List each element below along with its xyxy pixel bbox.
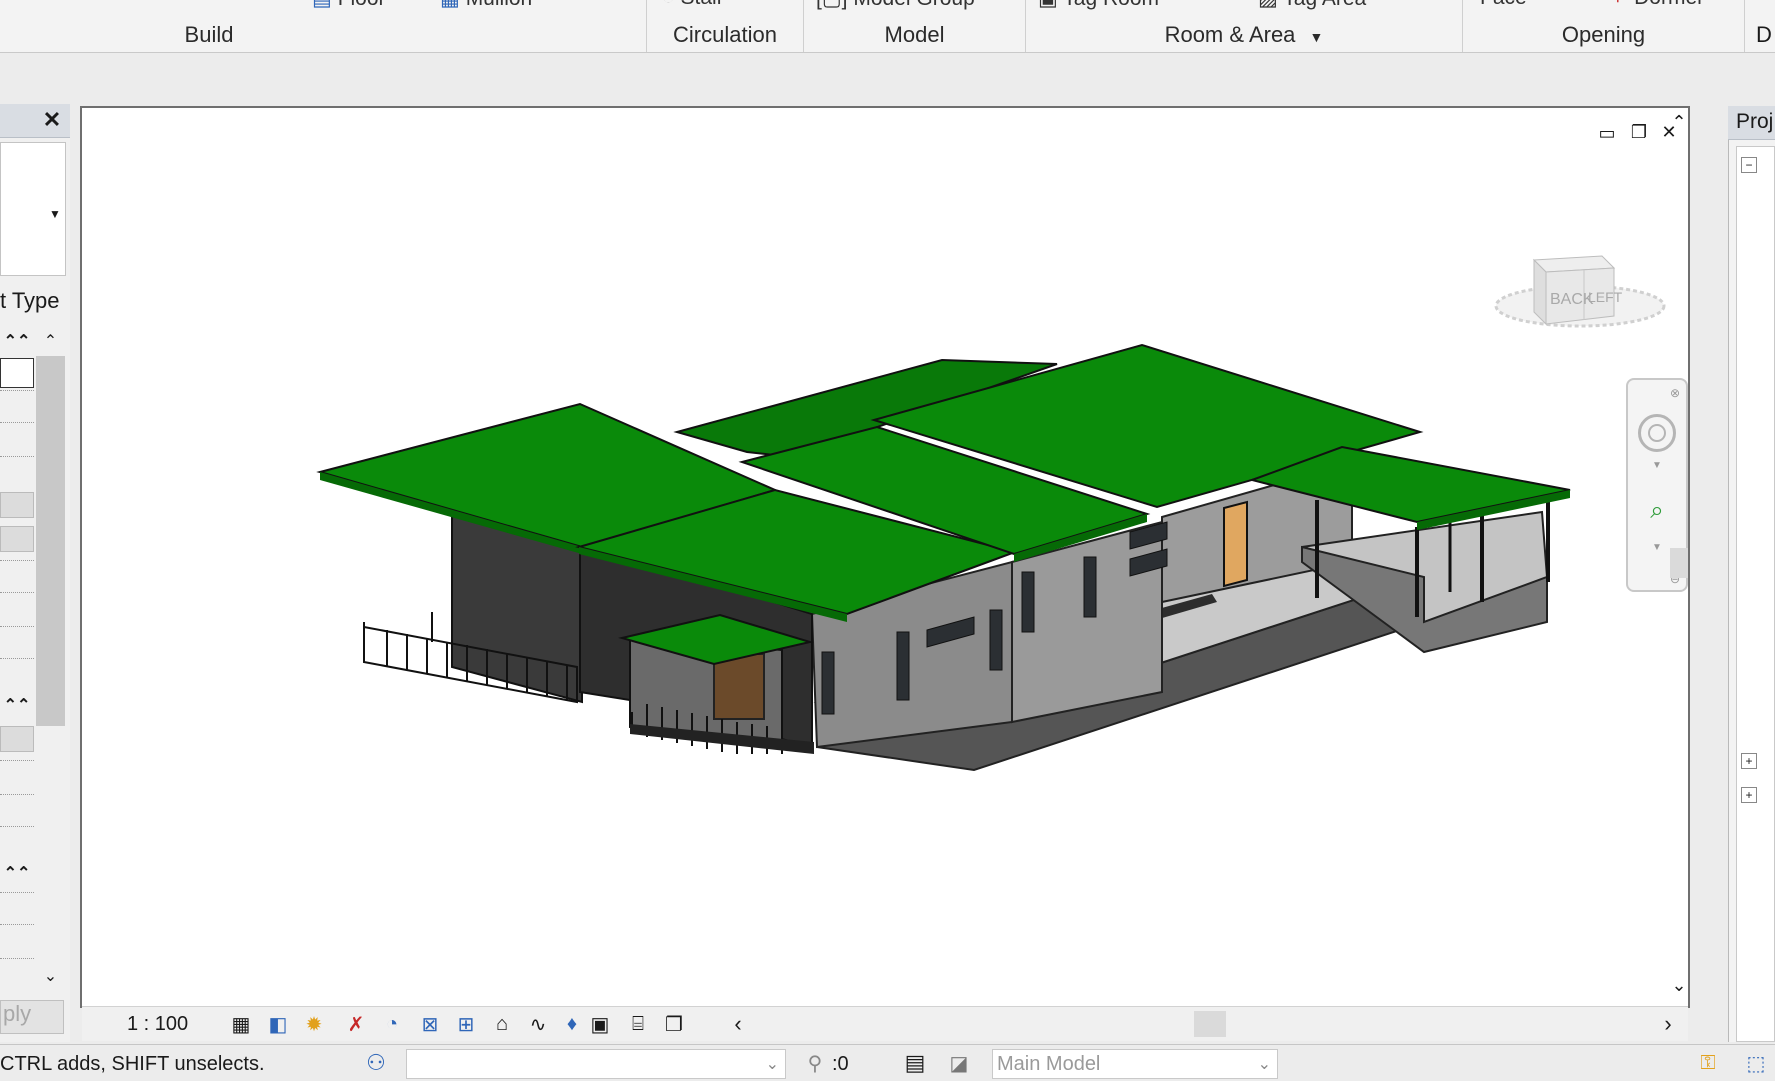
property-row	[0, 592, 34, 593]
horizontal-scroll-thumb[interactable]	[1194, 1011, 1226, 1037]
property-row	[0, 924, 34, 925]
shadows-icon[interactable]: ✗	[342, 1011, 370, 1037]
panel-label-build: Build	[184, 22, 234, 47]
expand-icon[interactable]: +	[1741, 753, 1757, 769]
property-row	[0, 456, 34, 457]
floor-tool[interactable]: ▤ Floor	[312, 0, 386, 11]
show-crop-icon[interactable]: ⊞	[452, 1011, 480, 1037]
face-tool[interactable]: Face	[1480, 0, 1527, 10]
design-option-dropdown[interactable]: Main Model ⌄	[992, 1049, 1278, 1079]
chevron-down-icon: ⌄	[765, 1056, 779, 1073]
tag-room-tool[interactable]: ▣ Tag Room	[1038, 0, 1159, 11]
editing-requests-icon[interactable]: ⚲	[800, 1049, 830, 1077]
panel-label-truncated: D	[1756, 22, 1772, 47]
temporary-view-icon[interactable]: ▣	[586, 1011, 614, 1037]
panel-label-model: Model	[884, 22, 945, 47]
edit-type-button[interactable]: t Type	[0, 288, 60, 314]
stair-tool[interactable]: ◔ Stair	[662, 0, 724, 10]
lock-view-icon[interactable]: ⌂	[488, 1011, 516, 1037]
analytical-model-icon[interactable]: ⌸	[624, 1011, 652, 1037]
scroll-up-icon[interactable]: ⌃	[36, 326, 65, 356]
project-browser-title: Proj	[1728, 106, 1775, 140]
scroll-down-icon[interactable]: ⌄	[1668, 974, 1690, 996]
chevron-down-icon: ▼	[49, 207, 61, 221]
select-links-icon[interactable]: ⚿	[1692, 1049, 1724, 1077]
property-button[interactable]	[0, 726, 34, 752]
expand-icon[interactable]: +	[1741, 787, 1757, 803]
property-button[interactable]	[0, 526, 34, 552]
3d-viewport[interactable]: ▭ ❐ ✕ BACK LEFT ⊗ ▼ ⌕ ▼ ⊖ ⌃ ⌄	[80, 106, 1690, 1008]
collapse-group-icon[interactable]: ⌃⌃	[2, 326, 32, 356]
property-row	[0, 826, 34, 827]
property-row	[0, 422, 34, 423]
design-option-value: Main Model	[997, 1053, 1101, 1075]
ribbon-separator	[1744, 0, 1745, 52]
property-row	[0, 794, 34, 795]
view-scale[interactable]: 1 : 100	[127, 1013, 188, 1036]
property-row	[0, 958, 34, 959]
crop-view-icon[interactable]: ⊠	[416, 1011, 444, 1037]
ribbon: ▤ Floor ▦ Mullion ◔ Stair [▢] Model Grou…	[0, 0, 1775, 53]
property-row	[0, 892, 34, 893]
scroll-left-icon[interactable]: ‹	[728, 1011, 748, 1037]
property-row	[0, 626, 34, 627]
dropdown-arrow-icon: ▼	[1309, 29, 1324, 45]
properties-scrollbar[interactable]	[36, 326, 65, 726]
tag-area-tool[interactable]: ▨ Tag Area	[1258, 0, 1366, 11]
close-icon[interactable]: ✕	[40, 107, 64, 132]
property-field[interactable]	[0, 358, 34, 388]
panel-label-opening: Opening	[1561, 22, 1646, 47]
property-row	[0, 760, 34, 761]
detail-level-icon[interactable]: ▦	[227, 1011, 255, 1037]
temporary-hide-icon[interactable]: ∿	[524, 1011, 552, 1037]
chevron-down-icon: ⌄	[1257, 1056, 1271, 1073]
mullion-tool[interactable]: ▦ Mullion	[440, 0, 532, 11]
dormer-tool[interactable]: ⌐ Dormer	[1616, 0, 1704, 10]
building-model[interactable]	[82, 108, 1688, 968]
scroll-down-icon[interactable]: ⌄	[36, 962, 65, 990]
project-browser-tree: − + +	[1736, 146, 1775, 1042]
status-hint: CTRL adds, SHIFT unselects.	[0, 1053, 265, 1075]
constraints-icon[interactable]: ❐	[660, 1011, 688, 1037]
worksharing-icon[interactable]: ⚇	[360, 1049, 392, 1077]
apply-button[interactable]: ply	[0, 1000, 64, 1034]
status-bar: CTRL adds, SHIFT unselects. ⚇ ⌄ ⚲ :0 ▤ ◪…	[0, 1044, 1775, 1081]
ribbon-tools-row: ▤ Floor ▦ Mullion ◔ Stair [▢] Model Grou…	[0, 0, 1775, 14]
property-button[interactable]	[0, 492, 34, 518]
panel-label-room-area[interactable]: Room & Area ▼	[1026, 22, 1462, 48]
workset-dropdown[interactable]: ⌄	[406, 1049, 786, 1079]
collapse-group-icon[interactable]: ⌃⌃	[2, 858, 32, 888]
property-row	[0, 658, 34, 659]
select-underlay-icon[interactable]: ⬚	[1740, 1049, 1772, 1077]
collapse-icon[interactable]: −	[1741, 157, 1757, 173]
selection-count: :0	[832, 1053, 849, 1075]
design-options-icon[interactable]: ▤	[900, 1049, 930, 1077]
render-icon[interactable]: ◔	[378, 1011, 406, 1037]
panel-label-room-area-text: Room & Area	[1164, 22, 1296, 47]
property-row	[0, 560, 34, 561]
scroll-right-icon[interactable]: ›	[1658, 1011, 1678, 1037]
property-row	[0, 390, 34, 391]
view-control-bar: 1 : 100 ▦ ◧ ✹ ✗ ◔ ⊠ ⊞ ⌂ ∿ ♦ ▣ ⌸ ❐ ‹ ›	[82, 1006, 1688, 1041]
collapse-group-icon[interactable]: ⌃⌃	[2, 690, 32, 720]
visual-style-icon[interactable]: ◧	[264, 1011, 292, 1037]
type-selector[interactable]: ▼	[0, 142, 66, 276]
model-group-tool[interactable]: [▢] Model Group	[816, 0, 975, 11]
panel-label-circulation: Circulation	[673, 22, 777, 47]
sun-path-icon[interactable]: ✹	[300, 1011, 328, 1037]
exclude-options-icon[interactable]: ◪	[944, 1049, 974, 1077]
reveal-hidden-icon[interactable]: ♦	[558, 1011, 586, 1037]
